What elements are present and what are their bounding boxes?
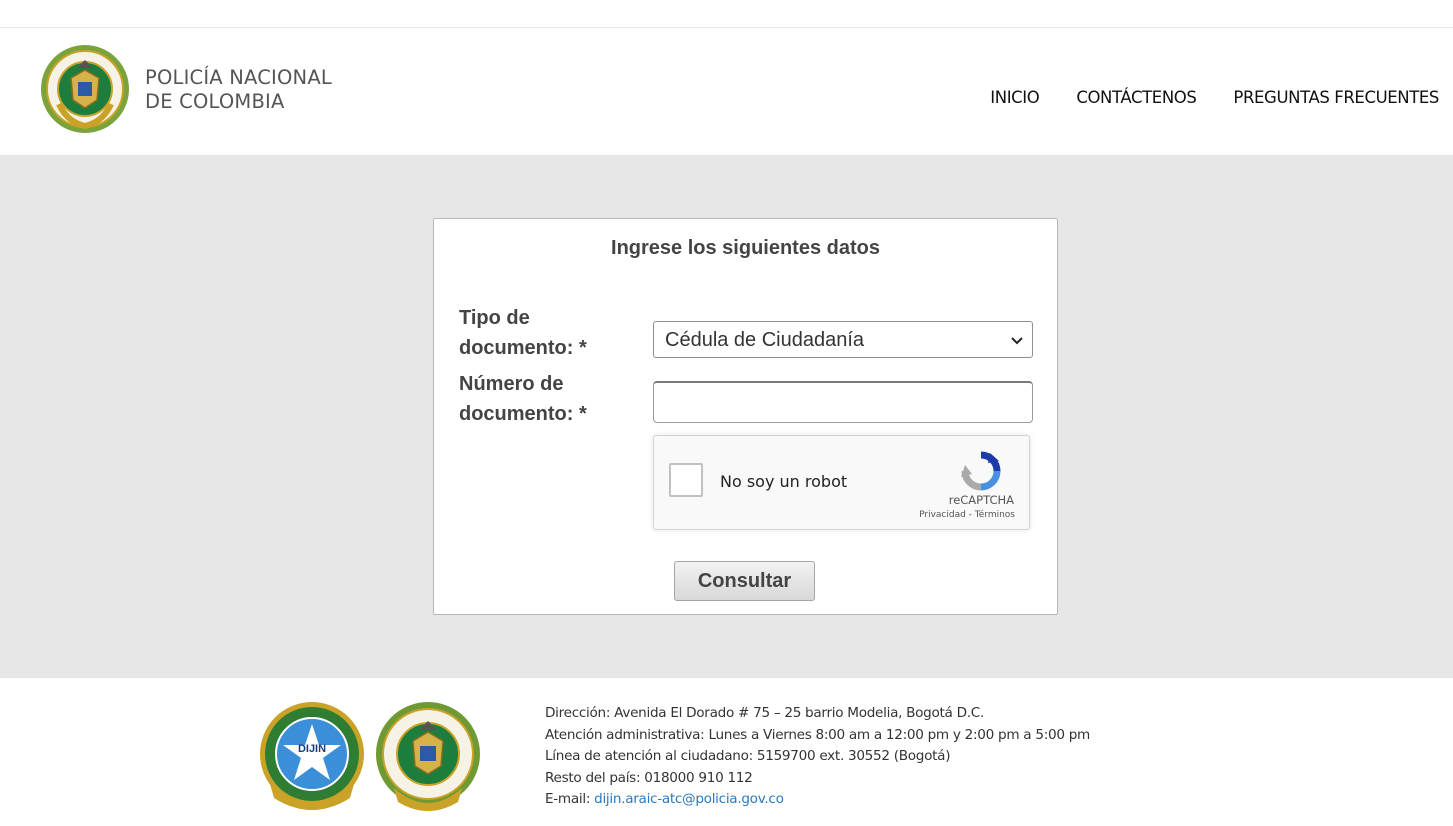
tipo-documento-selected: Cédula de Ciudadanía bbox=[665, 329, 865, 351]
policia-seal-icon bbox=[376, 702, 480, 811]
recaptcha-widget: No soy un robot reCAPTCHA Privacidad - T… bbox=[653, 435, 1030, 530]
content-band: Ingrese los siguientes datos Tipo de doc… bbox=[0, 155, 1453, 678]
numero-documento-label: Número de documento: * bbox=[459, 369, 587, 429]
consultar-button[interactable]: Consultar bbox=[674, 561, 815, 601]
dijin-seal-icon: DIJIN bbox=[260, 702, 364, 810]
footer-hours: Atención administrativa: Lunes a Viernes… bbox=[545, 726, 1090, 743]
footer-phone: Línea de atención al ciudadano: 5159700 … bbox=[545, 748, 951, 765]
recaptcha-label: No soy un robot bbox=[720, 472, 848, 491]
recaptcha-privacy-link[interactable]: Privacidad bbox=[919, 510, 966, 520]
footer-contact-info: Dirección: Avenida El Dorado # 75 – 25 b… bbox=[545, 703, 1090, 811]
recaptcha-links-separator: - bbox=[965, 510, 975, 520]
nav-inicio[interactable]: INICIO bbox=[990, 88, 1039, 107]
tipo-documento-select[interactable]: Cédula de Ciudadanía bbox=[653, 321, 1033, 358]
tipo-label-line-1: Tipo de bbox=[459, 307, 530, 329]
footer-national-phone: Resto del país: 018000 910 112 bbox=[545, 769, 753, 786]
brand-line-2: DE COLOMBIA bbox=[145, 90, 285, 113]
query-form-card: Ingrese los siguientes datos Tipo de doc… bbox=[433, 218, 1058, 615]
site-footer: DIJIN Dirección: Avenida El Dorado # 75 … bbox=[0, 678, 1453, 826]
policia-emblem-icon[interactable] bbox=[37, 42, 133, 136]
footer-email-line: E-mail: dijin.araic-atc@policia.gov.co bbox=[545, 789, 1090, 811]
footer-email-prefix: E-mail: bbox=[545, 791, 595, 808]
recaptcha-terms-link[interactable]: Términos bbox=[975, 510, 1015, 520]
recaptcha-checkbox[interactable] bbox=[669, 463, 703, 497]
numero-label-line-1: Número de bbox=[459, 373, 564, 395]
brand-name: POLICÍA NACIONAL DE COLOMBIA bbox=[145, 66, 332, 114]
recaptcha-brand: reCAPTCHA bbox=[948, 493, 1014, 507]
footer-email-link[interactable]: dijin.araic-atc@policia.gov.co bbox=[594, 791, 784, 807]
recaptcha-links: Privacidad - Términos bbox=[919, 510, 1015, 520]
tipo-documento-label: Tipo de documento: * bbox=[459, 303, 587, 363]
tipo-label-line-2: documento: * bbox=[459, 337, 587, 359]
dijin-seal-text: DIJIN bbox=[298, 743, 326, 755]
numero-documento-input[interactable] bbox=[653, 381, 1033, 423]
main-nav: INICIO CONTÁCTENOS PREGUNTAS FRECUENTES bbox=[990, 88, 1439, 107]
nav-preguntas-frecuentes[interactable]: PREGUNTAS FRECUENTES bbox=[1233, 88, 1439, 107]
footer-address: Dirección: Avenida El Dorado # 75 – 25 b… bbox=[545, 705, 985, 721]
form-title: Ingrese los siguientes datos bbox=[611, 237, 880, 259]
numero-label-line-2: documento: * bbox=[459, 403, 587, 425]
recaptcha-logo-icon bbox=[961, 451, 1001, 491]
chevron-down-icon bbox=[1011, 337, 1023, 345]
site-header: POLICÍA NACIONAL DE COLOMBIA INICIO CONT… bbox=[0, 28, 1453, 155]
brand-line-1: POLICÍA NACIONAL bbox=[145, 66, 332, 89]
nav-contactenos[interactable]: CONTÁCTENOS bbox=[1076, 88, 1196, 107]
